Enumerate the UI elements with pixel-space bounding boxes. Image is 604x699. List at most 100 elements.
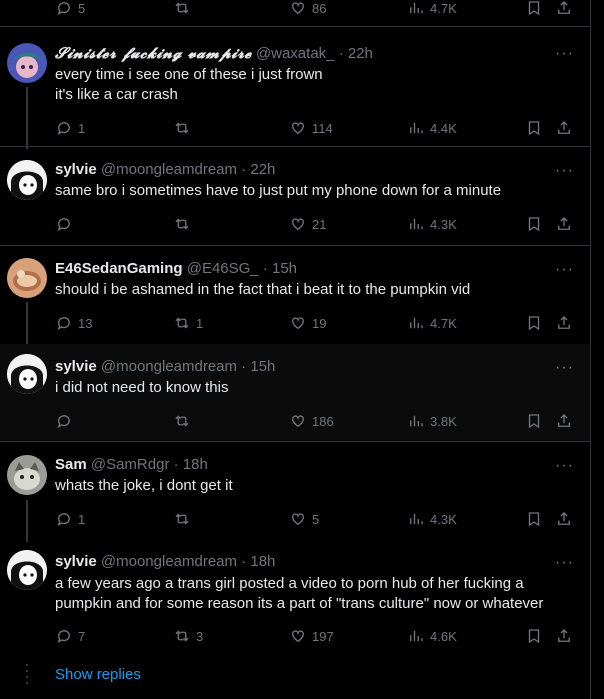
timestamp[interactable]: 22h	[348, 45, 373, 62]
reply-count: 1	[78, 511, 86, 527]
action-bar: 1 5 4.3K	[55, 509, 575, 529]
display-name[interactable]: sylvie	[55, 161, 97, 178]
more-button[interactable]: ···	[555, 46, 574, 62]
views-button[interactable]: 4.6K	[407, 626, 457, 646]
avatar[interactable]	[7, 160, 47, 200]
tweet-header: sylvie @moongleamdream · 22h	[55, 161, 275, 179]
views-button[interactable]: 4.3K	[407, 214, 457, 234]
avatar[interactable]	[7, 258, 47, 298]
repost-button[interactable]: 1	[173, 313, 203, 333]
share-button[interactable]	[555, 411, 573, 431]
reply-button[interactable]: 13	[55, 313, 92, 333]
share-button[interactable]	[555, 509, 573, 529]
repost-button[interactable]	[173, 509, 191, 529]
reply-button[interactable]: 5	[55, 0, 85, 18]
avatar[interactable]	[7, 354, 47, 394]
user-handle[interactable]: @SamRdgr	[91, 456, 170, 473]
user-handle[interactable]: @moongleamdream	[101, 358, 237, 375]
tweet[interactable]: sylvie @moongleamdream · 22h ··· same br…	[0, 147, 590, 246]
user-handle[interactable]: @waxatak_	[256, 45, 335, 62]
tweet-text: same bro i sometimes have to just put my…	[55, 182, 502, 199]
display-name[interactable]: 𝓢𝓲𝓷𝓲𝓼𝓽𝓮𝓻 𝓯𝓾𝓬𝓴𝓲𝓷𝓰 𝓿𝓪𝓶𝓹𝓲𝓻𝓮	[55, 44, 252, 62]
more-button[interactable]: ···	[555, 262, 574, 278]
tweet[interactable]: 𝓢𝓲𝓷𝓲𝓼𝓽𝓮𝓻 𝓯𝓾𝓬𝓴𝓲𝓷𝓰 𝓿𝓪𝓶𝓹𝓲𝓻𝓮 @waxatak_ · 22h…	[0, 27, 590, 149]
views-button[interactable]: 4.3K	[407, 509, 457, 529]
user-handle[interactable]: @moongleamdream	[101, 161, 237, 178]
more-button[interactable]: ···	[555, 555, 574, 571]
like-button[interactable]: 21	[289, 214, 326, 234]
tweet-text: whats the joke, i dont get it	[55, 477, 233, 494]
reply-button[interactable]: 7	[55, 626, 85, 646]
bookmark-button[interactable]	[525, 0, 543, 18]
like-button[interactable]: 197	[289, 626, 334, 646]
repost-button[interactable]	[173, 411, 191, 431]
display-name[interactable]: E46SedanGaming	[55, 260, 183, 277]
more-button[interactable]: ···	[555, 163, 574, 179]
share-button[interactable]	[555, 0, 573, 18]
repost-button[interactable]	[173, 0, 191, 18]
share-button[interactable]	[555, 626, 573, 646]
repost-icon	[175, 122, 189, 134]
user-handle[interactable]: @E46SG_	[187, 260, 259, 277]
repost-button[interactable]: 3	[173, 626, 203, 646]
thread-line	[26, 302, 28, 344]
like-button[interactable]: 5	[289, 509, 319, 529]
repost-count: 3	[196, 628, 204, 644]
repost-button[interactable]	[173, 214, 191, 234]
display-name[interactable]: sylvie	[55, 553, 97, 570]
share-button[interactable]	[555, 313, 573, 333]
tweet[interactable]: E46SedanGaming @E46SG_ · 15h ··· should …	[0, 246, 590, 344]
bookmark-button[interactable]	[525, 214, 543, 234]
reply-icon	[57, 630, 70, 644]
timestamp[interactable]: 18h	[183, 456, 208, 473]
more-button[interactable]: ···	[555, 360, 574, 376]
reply-button[interactable]	[55, 214, 73, 234]
bookmark-button[interactable]	[525, 411, 543, 431]
separator-dot: ·	[241, 161, 247, 178]
timestamp[interactable]: 18h	[250, 553, 275, 570]
reply-icon	[57, 2, 70, 16]
views-button[interactable]: 4.7K	[407, 313, 457, 333]
share-icon	[558, 1, 570, 14]
repost-icon	[175, 415, 189, 427]
bookmark-button[interactable]	[525, 626, 543, 646]
share-button[interactable]	[555, 214, 573, 234]
repost-button[interactable]	[173, 118, 196, 138]
views-count: 4.6K	[430, 628, 457, 644]
reply-button[interactable]: 1	[55, 509, 85, 529]
like-button[interactable]: 114	[289, 118, 333, 138]
timestamp[interactable]: 22h	[250, 161, 275, 178]
like-button[interactable]: 19	[289, 313, 326, 333]
tweet[interactable]: Sam @SamRdgr · 18h ··· whats the joke, i…	[0, 442, 590, 542]
like-count: 186	[312, 413, 334, 429]
display-name[interactable]: sylvie	[55, 358, 97, 375]
tweet-header: sylvie @moongleamdream · 18h	[55, 553, 275, 571]
like-button[interactable]: 86	[289, 0, 326, 18]
views-icon	[410, 2, 423, 14]
views-button[interactable]: 3.8K	[407, 411, 457, 431]
reply-button[interactable]	[55, 411, 73, 431]
reply-button[interactable]: 1	[55, 118, 85, 138]
bookmark-button[interactable]	[525, 509, 543, 529]
repost-count: 1	[196, 315, 204, 331]
views-button[interactable]: 4.4K	[407, 118, 457, 138]
timestamp[interactable]: 15h	[250, 358, 275, 375]
display-name[interactable]: Sam	[55, 456, 87, 473]
tweet[interactable]: sylvie @moongleamdream · 15h ··· i did n…	[0, 344, 590, 442]
bookmark-button[interactable]	[525, 313, 543, 333]
bookmark-icon	[528, 217, 540, 232]
avatar[interactable]	[7, 550, 47, 590]
views-button[interactable]: 4.7K	[407, 0, 457, 18]
like-icon	[292, 415, 304, 428]
user-handle[interactable]: @moongleamdream	[101, 553, 237, 570]
show-replies-link[interactable]: Show replies	[55, 666, 141, 683]
tweet[interactable]: sylvie @moongleamdream · 18h ··· a few y…	[0, 542, 590, 657]
bookmark-button[interactable]	[525, 118, 543, 138]
more-button[interactable]: ···	[555, 458, 574, 474]
timestamp[interactable]: 15h	[272, 260, 297, 277]
avatar[interactable]	[7, 43, 47, 83]
tweet-header: sylvie @moongleamdream · 15h	[55, 358, 275, 376]
like-button[interactable]: 186	[289, 411, 334, 431]
avatar[interactable]	[7, 455, 47, 495]
share-button[interactable]	[555, 118, 573, 138]
